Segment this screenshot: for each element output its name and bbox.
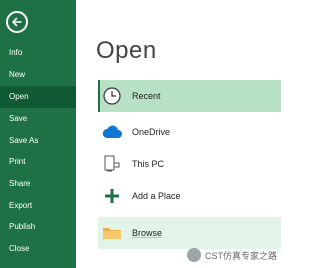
sidebar-item-info[interactable]: Info xyxy=(0,42,76,64)
back-button[interactable] xyxy=(6,11,28,33)
sidebar-item-print[interactable]: Print xyxy=(0,151,76,173)
back-arrow-icon xyxy=(12,17,22,27)
location-label: Browse xyxy=(132,228,163,238)
plus-icon xyxy=(100,184,124,208)
sidebar-item-publish[interactable]: Publish xyxy=(0,216,76,238)
clock-icon xyxy=(100,84,124,108)
folder-icon xyxy=(100,221,124,245)
location-this-pc[interactable]: This PC xyxy=(98,148,281,180)
location-label: OneDrive xyxy=(132,127,171,137)
sidebar-item-share[interactable]: Share xyxy=(0,173,76,195)
open-pane: Open Recent OneDrive This PC Add a Place… xyxy=(76,0,281,268)
location-label: This PC xyxy=(132,159,165,169)
location-add-place[interactable]: Add a Place xyxy=(98,180,281,212)
location-label: Add a Place xyxy=(132,191,181,201)
sidebar-item-new[interactable]: New xyxy=(0,64,76,86)
location-onedrive[interactable]: OneDrive xyxy=(98,116,281,148)
sidebar-item-export[interactable]: Export xyxy=(0,195,76,217)
sidebar-item-open[interactable]: Open xyxy=(0,86,76,108)
cloud-icon xyxy=(100,120,124,144)
sidebar-item-close[interactable]: Close xyxy=(0,238,76,260)
sidebar-item-save-as[interactable]: Save As xyxy=(0,130,76,152)
watermark-text: CST仿真专家之路 xyxy=(204,250,277,261)
wechat-logo-icon xyxy=(186,248,201,262)
computer-icon xyxy=(100,152,124,176)
location-browse[interactable]: Browse xyxy=(98,217,281,249)
location-recent[interactable]: Recent xyxy=(98,80,281,112)
page-title: Open xyxy=(96,37,157,64)
watermark: CST仿真专家之路 xyxy=(186,248,277,262)
backstage-sidebar: Info New Open Save Save As Print Share E… xyxy=(0,0,76,268)
sidebar-item-save[interactable]: Save xyxy=(0,108,76,130)
location-label: Recent xyxy=(132,91,161,101)
